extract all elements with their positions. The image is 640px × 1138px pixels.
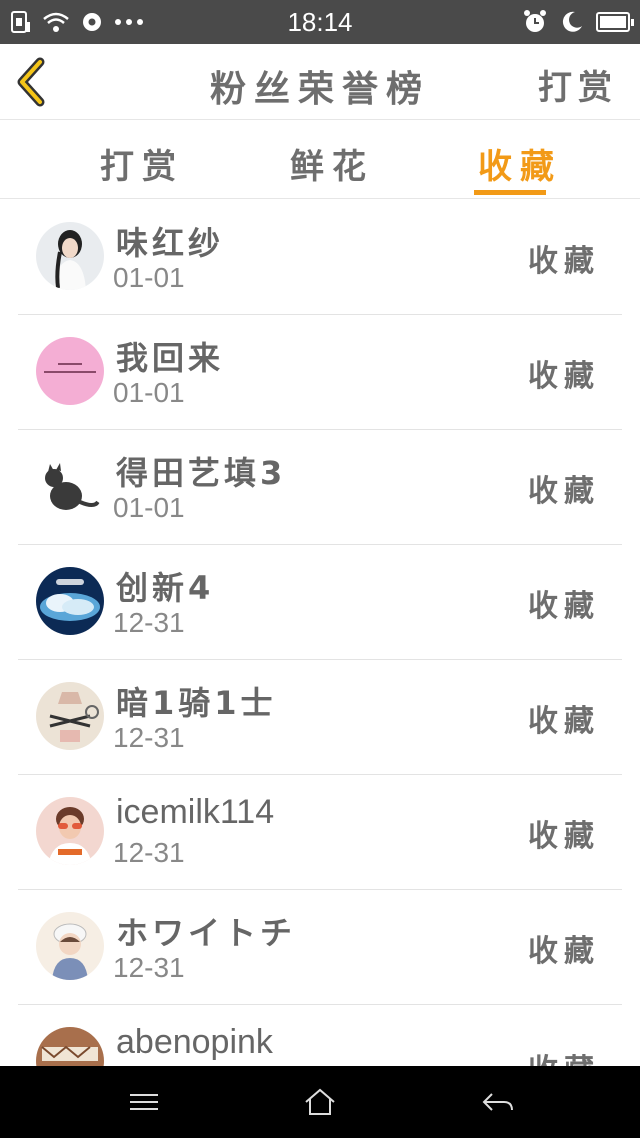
tab-flowers[interactable]: 鲜花 <box>290 139 374 188</box>
menu-icon <box>130 1094 158 1110</box>
date: 01-01 <box>113 492 185 523</box>
list-item[interactable]: 暗1骑1士 12-31 收藏 <box>0 660 640 775</box>
date: 12-31 <box>113 837 185 868</box>
row-action-label: 收藏 <box>528 244 600 279</box>
active-tab-indicator <box>474 190 546 195</box>
back-arrow-icon <box>482 1093 513 1111</box>
date: 01-01 <box>113 377 185 408</box>
date: 01-01 <box>113 262 185 293</box>
status-right-icons <box>522 9 634 35</box>
system-nav-bar <box>0 1066 640 1138</box>
tab-bar: 打赏 鲜花 收藏 <box>0 121 640 199</box>
list-item[interactable]: icemilk114 12-31 收藏 <box>0 775 640 890</box>
row-action-label: 收藏 <box>528 1045 600 1066</box>
list-item[interactable]: 得田艺填3 01-01 收藏 <box>0 430 640 545</box>
row-action-label: 收藏 <box>528 704 600 739</box>
avatar <box>36 452 104 520</box>
list-item[interactable]: 创新4 12-31 收藏 <box>0 545 640 660</box>
alarm-icon <box>524 10 546 32</box>
home-icon <box>305 1088 335 1115</box>
fan-list: 味红纱 01-01 收藏 我回来 01-01 收藏 得田艺填3 01-01 收藏… <box>0 200 640 1066</box>
back-nav-button[interactable] <box>478 1084 518 1120</box>
avatar <box>36 1027 104 1066</box>
user-name: 创新4 <box>116 569 215 607</box>
row-action-label: 收藏 <box>528 819 600 854</box>
header: 粉丝荣誉榜 打赏 <box>0 44 640 120</box>
user-name: 我回来 <box>116 339 225 377</box>
list-item[interactable]: 我回来 01-01 收藏 <box>0 315 640 430</box>
date: 12-31 <box>113 607 185 638</box>
user-name: ホワイトチ <box>116 914 297 952</box>
moon-icon <box>562 11 582 32</box>
date: 12-31 <box>113 722 185 753</box>
user-name: 味红纱 <box>116 224 225 262</box>
avatar <box>36 337 104 405</box>
row-action-label: 收藏 <box>528 359 600 394</box>
menu-button[interactable] <box>124 1084 164 1120</box>
user-name: icemilk114 <box>116 793 275 831</box>
user-name: 暗1骑1士 <box>116 684 277 722</box>
avatar <box>36 567 104 635</box>
avatar <box>36 682 104 750</box>
avatar <box>36 797 104 865</box>
list-item[interactable]: abenopink 收藏 <box>0 1005 640 1066</box>
user-name: 得田艺填3 <box>116 454 287 492</box>
row-action-label: 收藏 <box>528 934 600 969</box>
date: 12-31 <box>113 952 185 983</box>
list-item[interactable]: 味红纱 01-01 收藏 <box>0 200 640 315</box>
tip-button[interactable]: 打赏 <box>538 60 618 109</box>
user-name: abenopink <box>116 1023 273 1061</box>
status-bar: 18:14 <box>0 0 640 44</box>
avatar <box>36 222 104 290</box>
home-button[interactable] <box>300 1084 340 1120</box>
row-action-label: 收藏 <box>528 589 600 624</box>
row-action-label: 收藏 <box>528 474 600 509</box>
tab-favorites[interactable]: 收藏 <box>478 139 562 188</box>
avatar <box>36 912 104 980</box>
list-item[interactable]: ホワイトチ 12-31 收藏 <box>0 890 640 1005</box>
battery-icon <box>596 12 634 32</box>
tab-tip[interactable]: 打赏 <box>100 139 184 188</box>
